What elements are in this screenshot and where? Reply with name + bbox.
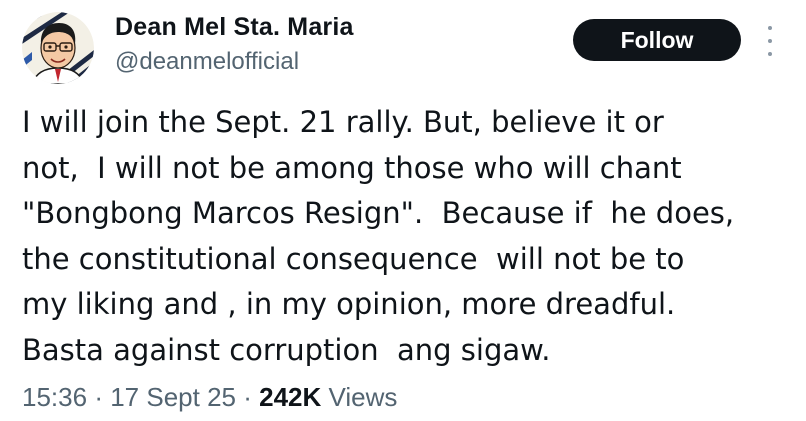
tweet-text-line: not, I will not be among those who will … (22, 150, 682, 185)
more-vertical-icon[interactable] (760, 26, 780, 56)
tweet-text-line: "Bongbong Marcos Resign". Because if he … (22, 196, 735, 230)
views-count[interactable]: 242K (259, 382, 321, 412)
tweet-date[interactable]: 17 Sept 25 (110, 382, 236, 412)
meta-separator: · (94, 382, 103, 412)
tweet-text-line: the constitutional consequence will not … (22, 241, 685, 276)
tweet-text-line: I will join the Sept. 21 rally. But, bel… (22, 105, 664, 139)
avatar[interactable] (22, 12, 94, 84)
more-dot (768, 52, 772, 56)
tweet-time[interactable]: 15:36 (22, 382, 87, 412)
author-name[interactable]: Dean Mel Sta. Maria (115, 13, 354, 42)
meta-separator: · (243, 382, 252, 412)
tweet-card: Dean Mel Sta. Maria @deanmelofficial Fol… (0, 0, 806, 421)
author-handle[interactable]: @deanmelofficial (115, 48, 299, 76)
tweet-text: I will join the Sept. 21 rally. But, bel… (22, 100, 792, 373)
tweet-text-line: Basta against corruption ang sigaw. (22, 332, 551, 367)
tweet-meta: 15:36 · 17 Sept 25 · 242K Views (22, 382, 397, 413)
more-dot (768, 26, 772, 30)
caricature-avatar-icon (22, 12, 94, 84)
views-label: Views (328, 382, 398, 412)
follow-button[interactable]: Follow (573, 19, 741, 61)
more-dot (768, 39, 772, 43)
tweet-text-line: my liking and , in my opinion, more drea… (22, 287, 676, 321)
